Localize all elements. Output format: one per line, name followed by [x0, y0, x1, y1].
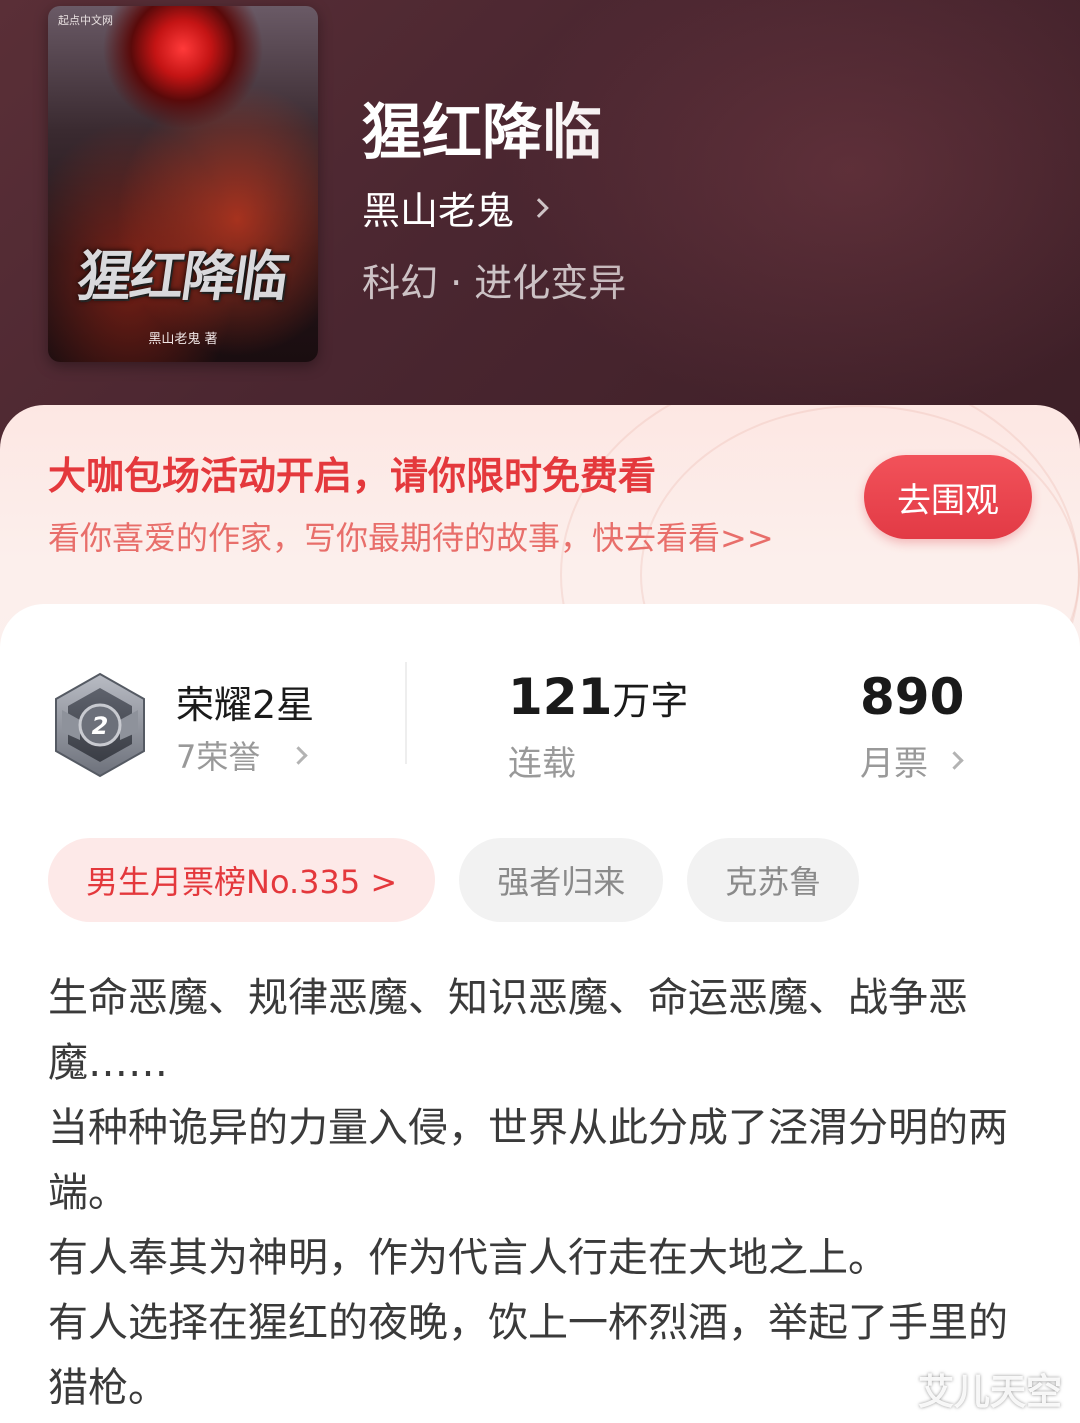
monthly-ticket-label: 月票	[860, 744, 928, 784]
chevron-right-icon	[529, 197, 549, 218]
monthly-ticket-link[interactable]: 月票	[860, 736, 964, 785]
honor-title[interactable]: 荣耀2星	[176, 674, 314, 729]
stats-divider	[405, 662, 407, 764]
book-synopsis[interactable]: 生命恶魔、规律恶魔、知识恶魔、命运恶魔、战争恶魔…… 当种种诡异的力量入侵，世界…	[48, 966, 1008, 1421]
tag-item[interactable]: 克苏鲁	[687, 838, 860, 922]
watermark: 艾儿天空	[917, 1372, 1062, 1413]
honor-badge-icon[interactable]: 2	[52, 670, 148, 780]
book-detail-panel: 2 荣耀2星 7荣誉 121 万字 连载 890 月票 男生月票榜No.335 …	[0, 604, 1080, 1423]
word-count: 121 万字	[508, 668, 688, 726]
honor-count: 7荣誉	[176, 738, 261, 776]
cover-publisher-logo: 起点中文网	[58, 14, 113, 27]
chevron-right-icon	[289, 745, 309, 765]
synopsis-paragraph: 当种种诡异的力量入侵，世界从此分成了泾渭分明的两端。	[48, 1105, 1008, 1216]
book-cover[interactable]: 起点中文网 猩红降临 黑山老鬼 著	[48, 6, 318, 362]
book-title: 猩红降临	[362, 98, 602, 168]
book-header: 起点中文网 猩红降临 黑山老鬼 著 猩红降临 黑山老鬼 科幻 · 进化变异	[0, 0, 1080, 460]
promo-subtitle[interactable]: 看你喜爱的作家，写你最期待的故事，快去看看>>	[48, 513, 774, 559]
author-name: 黑山老鬼	[362, 189, 515, 233]
author-link[interactable]: 黑山老鬼	[362, 180, 549, 235]
go-watch-button[interactable]: 去围观	[864, 455, 1032, 539]
word-count-number: 121	[508, 668, 613, 726]
honor-count-link[interactable]: 7荣誉	[176, 732, 309, 778]
monthly-ticket-count[interactable]: 890	[860, 668, 964, 726]
cover-title-art: 猩红降临	[73, 244, 291, 308]
tag-item[interactable]: 强者归来	[459, 838, 664, 922]
synopsis-paragraph: 生命恶魔、规律恶魔、知识恶魔、命运恶魔、战争恶魔……	[48, 975, 968, 1086]
book-genre: 科幻 · 进化变异	[362, 261, 627, 305]
synopsis-paragraph: 有人奉其为神明，作为代言人行走在大地之上。	[48, 1235, 888, 1281]
chevron-right-icon	[945, 751, 964, 770]
promo-title: 大咖包场活动开启，请你限时免费看	[48, 454, 657, 498]
cover-author: 黑山老鬼 著	[148, 332, 218, 347]
tag-list: 男生月票榜No.335 > 强者归来 克苏鲁	[48, 838, 860, 922]
tag-ranking[interactable]: 男生月票榜No.335 >	[48, 838, 436, 922]
word-count-unit: 万字	[612, 679, 689, 723]
synopsis-paragraph: 有人选择在猩红的夜晚，饮上一杯烈酒，举起了手里的猎枪。	[48, 1300, 1008, 1411]
badge-level: 2	[92, 712, 109, 740]
serial-status: 连载	[508, 744, 576, 784]
